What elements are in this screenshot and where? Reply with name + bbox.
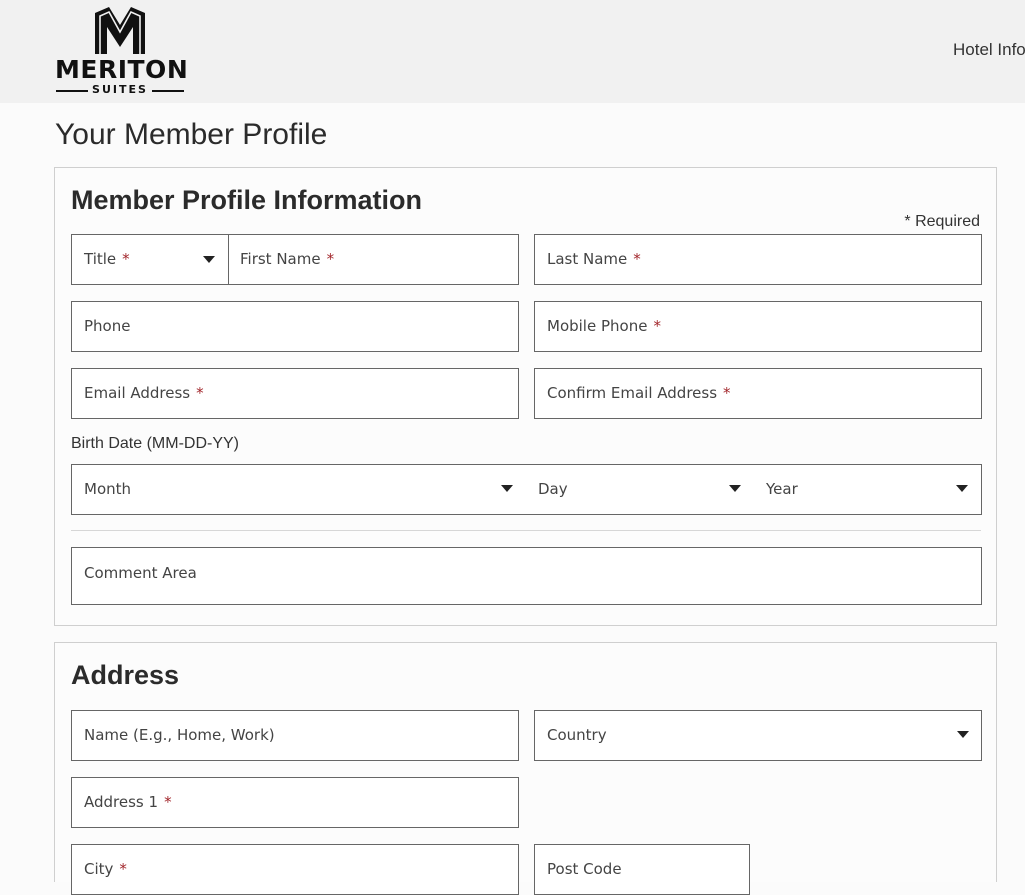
title-select[interactable]: Title * bbox=[71, 234, 230, 285]
chevron-down-icon bbox=[956, 485, 968, 492]
address-name-label: Name (E.g., Home, Work) bbox=[84, 726, 275, 744]
post-code-field[interactable]: Post Code bbox=[534, 844, 750, 895]
member-profile-panel: Member Profile Information * Required Ti… bbox=[54, 167, 997, 626]
required-star: * bbox=[633, 250, 641, 268]
city-field[interactable]: City * bbox=[71, 844, 519, 895]
member-profile-heading: Member Profile Information bbox=[71, 185, 423, 215]
meriton-m-mark-icon bbox=[95, 7, 145, 54]
page-title: Your Member Profile bbox=[55, 118, 328, 151]
city-label: City bbox=[84, 860, 114, 878]
birth-year-select[interactable]: Year bbox=[754, 465, 981, 514]
chevron-down-icon bbox=[203, 256, 215, 263]
email-label: Email Address bbox=[84, 384, 191, 402]
nav-hotel-info-link[interactable]: Hotel Info bbox=[953, 40, 1025, 60]
birth-year-label: Year bbox=[766, 480, 798, 498]
required-star: * bbox=[723, 384, 731, 402]
address-panel: Address Name (E.g., Home, Work) Country … bbox=[54, 642, 997, 895]
address-heading: Address bbox=[71, 660, 180, 690]
first-name-label: First Name bbox=[240, 250, 321, 268]
birth-date-group: Month Day Year bbox=[71, 464, 982, 515]
required-star: * bbox=[119, 860, 127, 878]
mobile-phone-field[interactable]: Mobile Phone * bbox=[534, 301, 982, 352]
required-star: * bbox=[326, 250, 335, 268]
site-header: MERITON SUITES Hotel Info bbox=[0, 0, 1025, 103]
last-name-field[interactable]: Last Name * bbox=[534, 234, 982, 285]
mobile-phone-label: Mobile Phone bbox=[547, 317, 648, 335]
required-star: * bbox=[164, 793, 172, 811]
chevron-down-icon bbox=[729, 485, 741, 492]
required-star: * bbox=[196, 384, 204, 402]
phone-field[interactable]: Phone bbox=[71, 301, 519, 352]
birth-month-select[interactable]: Month bbox=[72, 465, 527, 514]
meriton-logo[interactable]: MERITON SUITES bbox=[55, 5, 189, 97]
comment-area[interactable]: Comment Area bbox=[71, 547, 982, 605]
birth-date-label: Birth Date (MM-DD-YY) bbox=[71, 435, 240, 452]
chevron-down-icon bbox=[501, 485, 513, 492]
address-name-field[interactable]: Name (E.g., Home, Work) bbox=[71, 710, 519, 761]
required-star: * bbox=[653, 317, 661, 335]
chevron-down-icon bbox=[957, 731, 969, 738]
birth-month-label: Month bbox=[84, 480, 132, 498]
comment-area-label: Comment Area bbox=[84, 564, 197, 582]
section-divider bbox=[71, 530, 981, 531]
first-name-field[interactable]: First Name * bbox=[228, 234, 519, 285]
required-note: * Required bbox=[904, 213, 980, 230]
birth-day-select[interactable]: Day bbox=[527, 465, 754, 514]
address1-field[interactable]: Address 1 * bbox=[71, 777, 519, 828]
phone-label: Phone bbox=[84, 317, 131, 335]
logo-subtitle: SUITES bbox=[55, 83, 185, 97]
confirm-email-field[interactable]: Confirm Email Address * bbox=[534, 368, 982, 419]
confirm-email-label: Confirm Email Address bbox=[547, 384, 718, 402]
last-name-label: Last Name bbox=[547, 250, 628, 268]
required-star: * bbox=[122, 250, 130, 268]
logo-wordmark: MERITON bbox=[55, 55, 189, 84]
address1-label: Address 1 bbox=[84, 793, 159, 811]
country-select[interactable]: Country bbox=[534, 710, 982, 761]
email-field[interactable]: Email Address * bbox=[71, 368, 519, 419]
country-label: Country bbox=[547, 726, 607, 744]
birth-day-label: Day bbox=[538, 480, 568, 498]
post-code-label: Post Code bbox=[547, 860, 622, 878]
title-label: Title bbox=[84, 250, 117, 268]
